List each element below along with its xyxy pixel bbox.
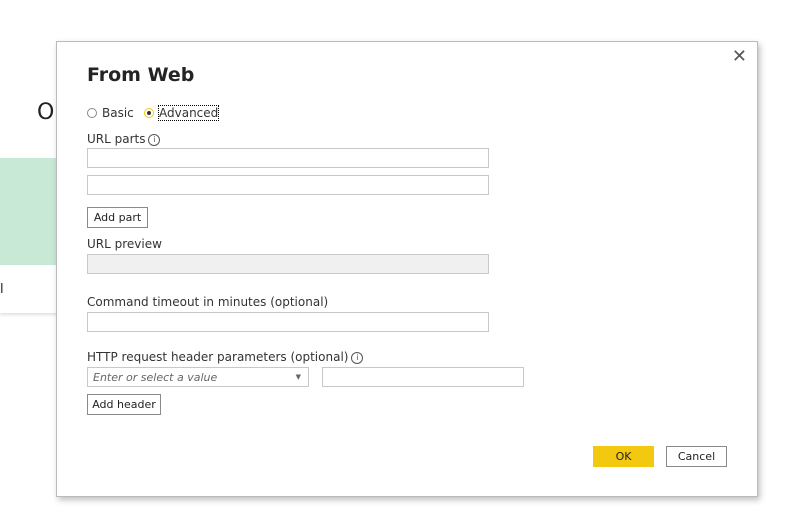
dialog-title: From Web: [87, 64, 195, 86]
header-value-input[interactable]: [322, 367, 524, 387]
background-title: O: [37, 100, 55, 125]
background-card-text: l: [0, 282, 4, 297]
background-card: [0, 265, 60, 313]
timeout-input[interactable]: [87, 312, 489, 332]
info-icon[interactable]: i: [148, 133, 161, 146]
add-header-button[interactable]: Add header: [87, 394, 161, 415]
add-part-button[interactable]: Add part: [87, 207, 148, 228]
header-name-placeholder: Enter or select a value: [93, 370, 218, 384]
info-icon[interactable]: i: [351, 351, 364, 364]
url-parts-label: URL parts i: [87, 132, 161, 146]
url-part-input-2[interactable]: [87, 175, 489, 195]
radio-off-icon: [87, 108, 97, 118]
from-web-dialog: ✕ From Web Basic Advanced URL parts i Add…: [56, 41, 758, 497]
url-preview-label: URL preview: [87, 237, 162, 251]
cancel-button[interactable]: Cancel: [666, 446, 727, 467]
radio-basic[interactable]: Basic: [87, 106, 134, 120]
radio-advanced-label: Advanced: [157, 105, 220, 121]
close-icon[interactable]: ✕: [732, 46, 747, 67]
radio-on-icon: [144, 108, 154, 118]
header-name-combobox[interactable]: Enter or select a value ▼: [87, 367, 309, 387]
url-part-input-1[interactable]: [87, 148, 489, 168]
radio-advanced[interactable]: Advanced: [144, 105, 220, 121]
chevron-down-icon[interactable]: ▼: [296, 373, 301, 381]
radio-basic-label: Basic: [102, 106, 134, 120]
ok-button[interactable]: OK: [593, 446, 654, 467]
timeout-label: Command timeout in minutes (optional): [87, 295, 329, 309]
background-panel: [0, 158, 60, 265]
url-preview-field: [87, 254, 489, 274]
headers-label: HTTP request header parameters (optional…: [87, 350, 364, 364]
